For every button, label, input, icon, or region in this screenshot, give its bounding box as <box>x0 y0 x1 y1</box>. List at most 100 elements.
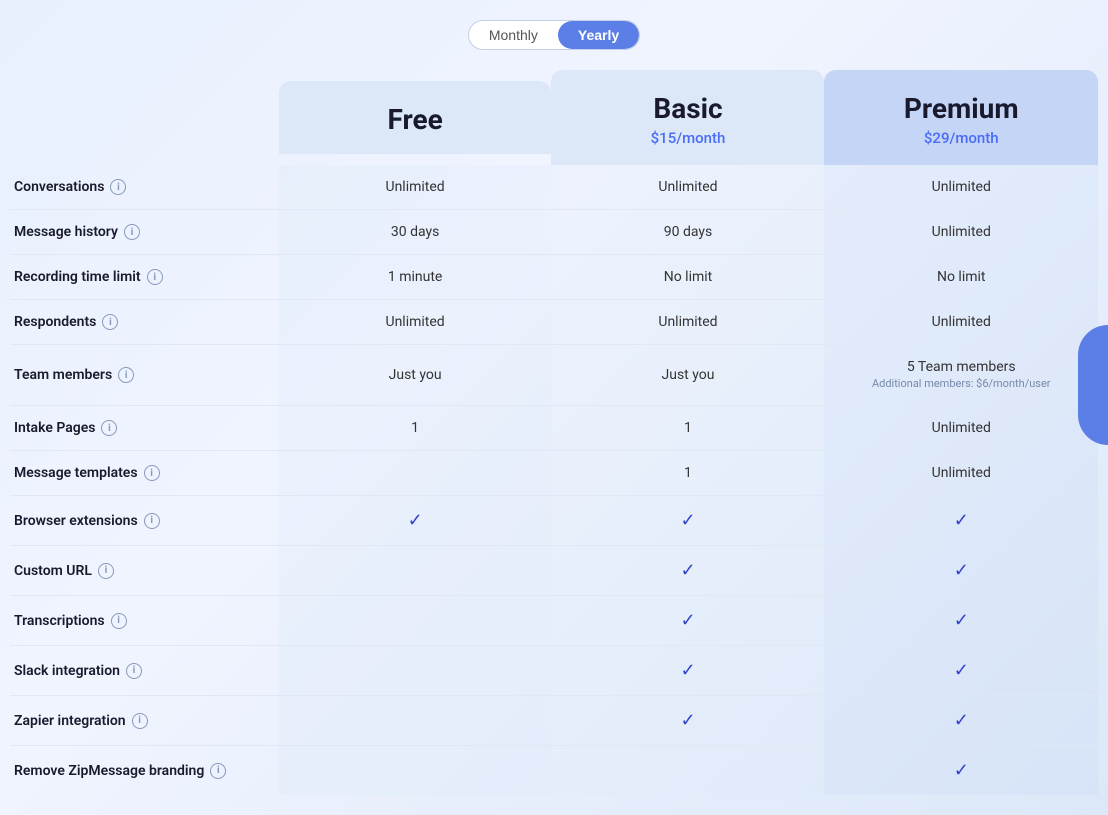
feature-row: ConversationsiUnlimitedUnlimitedUnlimite… <box>10 165 1098 210</box>
info-icon[interactable]: i <box>144 513 160 529</box>
feature-column-header <box>10 70 279 165</box>
feature-label-cell: Custom URL i <box>10 546 279 596</box>
feature-label-cell: Team membersi <box>10 345 279 406</box>
checkmark-icon: ✓ <box>680 660 695 681</box>
basic-feature-cell: ✓ <box>551 596 824 646</box>
pricing-table-wrapper: Free Basic $15/month Premium $29/month <box>10 70 1098 795</box>
cell-value: Unlimited <box>386 314 445 330</box>
cell-value: 1 <box>684 465 692 481</box>
info-icon[interactable]: i <box>111 613 127 629</box>
monthly-toggle[interactable]: Monthly <box>469 21 558 49</box>
feature-row: Message templatesi1Unlimited <box>10 451 1098 496</box>
cell-value: Unlimited <box>932 314 991 330</box>
feature-label-cell: Recording time limit i <box>10 255 279 300</box>
free-feature-cell: 1 <box>279 406 552 451</box>
feature-label-cell: Slack integration i <box>10 646 279 696</box>
info-icon[interactable]: i <box>118 367 134 383</box>
checkmark-icon: ✓ <box>408 510 423 531</box>
basic-feature-cell: ✓ <box>551 546 824 596</box>
checkmark-icon: ✓ <box>954 610 969 631</box>
feature-label-text: Recording time limit <box>14 269 141 285</box>
free-feature-cell <box>279 451 552 496</box>
basic-feature-cell: Unlimited <box>551 165 824 210</box>
info-icon[interactable]: i <box>102 314 118 330</box>
cell-value: Just you <box>389 367 442 383</box>
info-icon[interactable]: i <box>147 269 163 285</box>
free-feature-cell <box>279 596 552 646</box>
feature-label-text: Intake Pages <box>14 420 95 436</box>
free-plan-header: Free <box>279 70 552 165</box>
feature-label-text: Slack integration <box>14 663 120 679</box>
free-feature-cell <box>279 546 552 596</box>
checkmark-icon: ✓ <box>680 710 695 731</box>
free-plan-card: Free <box>279 81 552 154</box>
info-icon[interactable]: i <box>210 763 226 779</box>
checkmark-icon: ✓ <box>954 510 969 531</box>
feature-row: Slack integration i ✓ ✓ <box>10 646 1098 696</box>
free-feature-cell: 1 minute <box>279 255 552 300</box>
premium-plan-name: Premium <box>844 92 1078 125</box>
billing-toggle: Monthly Yearly <box>468 20 640 50</box>
premium-feature-cell: Unlimited <box>824 300 1098 345</box>
feature-label-cell: Respondentsi <box>10 300 279 345</box>
feature-row: RespondentsiUnlimitedUnlimitedUnlimited <box>10 300 1098 345</box>
basic-plan-card: Basic $15/month <box>551 70 824 165</box>
cell-value: Unlimited <box>932 420 991 436</box>
feature-label-text: Transcriptions <box>14 613 105 629</box>
basic-feature-cell: Just you <box>551 345 824 406</box>
yearly-toggle[interactable]: Yearly <box>558 21 639 49</box>
scroll-blob <box>1078 325 1108 445</box>
basic-plan-price: $15/month <box>571 129 804 147</box>
basic-feature-cell: No limit <box>551 255 824 300</box>
cell-note: Additional members: $6/month/user <box>834 377 1088 391</box>
feature-row: Browser extensions i ✓ ✓ ✓ <box>10 496 1098 546</box>
feature-label-text: Remove ZipMessage branding <box>14 762 204 780</box>
premium-feature-cell: ✓ <box>824 646 1098 696</box>
cell-value: Unlimited <box>932 465 991 481</box>
feature-row: Recording time limit i 1 minute No limit No … <box>10 255 1098 300</box>
premium-feature-cell: No limit <box>824 255 1098 300</box>
cell-value: Unlimited <box>386 179 445 195</box>
checkmark-icon: ✓ <box>954 710 969 731</box>
premium-feature-cell: Unlimited <box>824 406 1098 451</box>
feature-row: Message historyi30 days90 daysUnlimited <box>10 210 1098 255</box>
info-icon[interactable]: i <box>98 563 114 579</box>
feature-label-cell: Browser extensions i <box>10 496 279 546</box>
premium-feature-cell: ✓ <box>824 496 1098 546</box>
basic-feature-cell: ✓ <box>551 646 824 696</box>
checkmark-icon: ✓ <box>954 760 969 781</box>
info-icon[interactable]: i <box>124 224 140 240</box>
premium-feature-cell: Unlimited <box>824 451 1098 496</box>
checkmark-icon: ✓ <box>954 560 969 581</box>
cell-value: No limit <box>664 269 713 285</box>
free-plan-name: Free <box>299 103 532 136</box>
info-icon[interactable]: i <box>126 663 142 679</box>
feature-label-cell: Transcriptions i <box>10 596 279 646</box>
pricing-table: Free Basic $15/month Premium $29/month <box>10 70 1098 795</box>
info-icon[interactable]: i <box>110 179 126 195</box>
feature-label-text: Browser extensions <box>14 513 138 529</box>
cell-value: 30 days <box>391 224 439 240</box>
cell-value: 1 minute <box>388 269 442 285</box>
free-feature-cell: Just you <box>279 345 552 406</box>
cell-value: No limit <box>937 269 986 285</box>
info-icon[interactable]: i <box>144 465 160 481</box>
info-icon[interactable]: i <box>101 420 117 436</box>
feature-label-text: Zapier integration <box>14 713 126 729</box>
feature-label-text: Custom URL <box>14 563 92 579</box>
basic-feature-cell: 1 <box>551 451 824 496</box>
feature-label-text: Conversations <box>14 179 104 195</box>
cell-value: 90 days <box>664 224 712 240</box>
premium-feature-cell: ✓ <box>824 746 1098 795</box>
info-icon[interactable]: i <box>132 713 148 729</box>
basic-plan-header: Basic $15/month <box>551 70 824 165</box>
premium-feature-cell: ✓ <box>824 596 1098 646</box>
checkmark-icon: ✓ <box>954 660 969 681</box>
basic-feature-cell: 1 <box>551 406 824 451</box>
feature-label-cell: Message historyi <box>10 210 279 255</box>
basic-feature-cell: 90 days <box>551 210 824 255</box>
premium-feature-cell: ✓ <box>824 696 1098 746</box>
feature-label-cell: Intake Pages i <box>10 406 279 451</box>
basic-feature-cell: ✓ <box>551 496 824 546</box>
feature-label-cell: Remove ZipMessage branding i <box>10 746 279 795</box>
